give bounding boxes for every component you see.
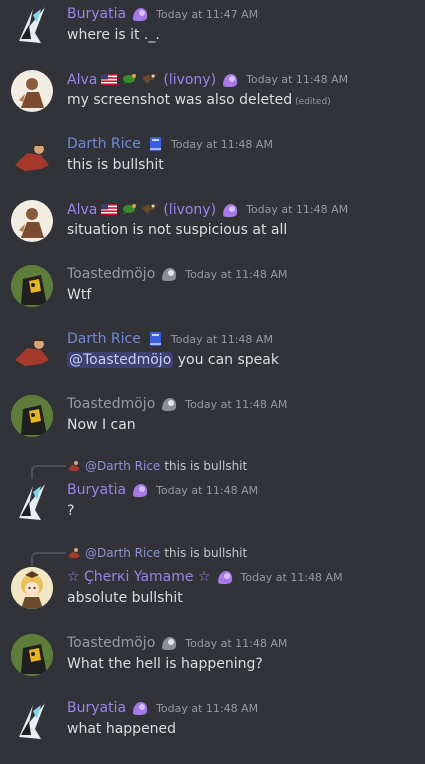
author-name[interactable]: Darth Rice bbox=[67, 331, 141, 347]
author-name[interactable]: ☆ Çherкi Yamame ☆ bbox=[67, 569, 211, 585]
reply-avatar bbox=[67, 459, 81, 473]
author-name[interactable]: Alva bbox=[67, 72, 97, 88]
reply-preview[interactable]: @Darth Rice this is bullshit bbox=[67, 459, 247, 473]
turtle-icon bbox=[121, 200, 137, 219]
timestamp: Today at 11:48 AM bbox=[185, 267, 288, 281]
message-content: Now I can bbox=[67, 417, 136, 433]
role-icon bbox=[215, 568, 235, 586]
message-content: this is bullshit bbox=[67, 157, 164, 173]
avatar[interactable] bbox=[11, 567, 53, 609]
chat-messages: Buryatia Today at 11:47 AM where is it .… bbox=[0, 0, 425, 764]
message-content: where is it ._. bbox=[67, 27, 160, 43]
author-name[interactable]: Toastedmöjo bbox=[67, 266, 155, 282]
reply-author[interactable]: @Darth Rice bbox=[85, 546, 160, 560]
eagle-icon bbox=[141, 200, 159, 219]
timestamp: Today at 11:48 AM bbox=[185, 397, 288, 411]
avatar[interactable] bbox=[11, 70, 53, 112]
reply-text: this is bullshit bbox=[164, 459, 248, 473]
timestamp: Today at 11:47 AM bbox=[156, 7, 259, 21]
avatar[interactable] bbox=[11, 200, 53, 242]
role-icon bbox=[220, 201, 240, 219]
role-icon bbox=[130, 699, 150, 717]
timestamp: Today at 11:48 AM bbox=[246, 203, 349, 216]
author-name[interactable]: Buryatia bbox=[67, 6, 126, 22]
reply-avatar bbox=[67, 546, 81, 560]
avatar[interactable] bbox=[11, 135, 53, 177]
role-icon bbox=[159, 265, 179, 283]
message-text: you can speak bbox=[173, 352, 279, 368]
turtle-icon bbox=[121, 70, 137, 89]
author-name[interactable]: Alva bbox=[67, 202, 97, 218]
message-content: @Toastedmöjo you can speak bbox=[67, 352, 279, 368]
reply-author[interactable]: @Darth Rice bbox=[85, 459, 160, 473]
message-content: my screenshot was also deleted (edited) bbox=[67, 92, 331, 108]
avatar[interactable] bbox=[11, 699, 53, 741]
role-icon bbox=[130, 5, 150, 23]
role-icon bbox=[130, 481, 150, 499]
reply-spine bbox=[31, 465, 66, 479]
timestamp: Today at 11:48 AM bbox=[185, 636, 288, 650]
eagle-icon bbox=[141, 70, 159, 89]
author-name[interactable]: Buryatia bbox=[67, 700, 126, 716]
message-content: What the hell is happening? bbox=[67, 656, 263, 672]
timestamp: Today at 11:48 AM bbox=[240, 570, 343, 584]
avatar[interactable] bbox=[11, 265, 53, 307]
message-content: Wtf bbox=[67, 287, 92, 303]
role-icon bbox=[220, 71, 240, 89]
reply-preview[interactable]: @Darth Rice this is bullshit bbox=[67, 546, 247, 560]
avatar[interactable] bbox=[11, 395, 53, 437]
message-text: my screenshot was also deleted bbox=[67, 92, 293, 108]
us-flag-icon bbox=[101, 70, 118, 89]
avatar[interactable] bbox=[11, 330, 53, 372]
timestamp: Today at 11:48 AM bbox=[156, 483, 259, 497]
timestamp: Today at 11:48 AM bbox=[170, 137, 273, 151]
message-content: what happened bbox=[67, 721, 177, 737]
message-content: ? bbox=[67, 503, 75, 519]
message-content: situation is not suspicious at all bbox=[67, 222, 288, 238]
timestamp: Today at 11:48 AM bbox=[156, 701, 259, 715]
book-icon bbox=[145, 330, 165, 348]
us-flag-icon bbox=[101, 200, 118, 219]
author-name[interactable]: Toastedmöjo bbox=[67, 396, 155, 412]
author-suffix[interactable]: (livony) bbox=[163, 72, 216, 88]
author-name[interactable]: Buryatia bbox=[67, 482, 126, 498]
timestamp: Today at 11:48 AM bbox=[170, 332, 273, 346]
message-content: absolute bullshit bbox=[67, 590, 183, 606]
avatar[interactable] bbox=[11, 480, 53, 522]
user-mention[interactable]: @Toastedmöjo bbox=[67, 352, 174, 368]
author-suffix[interactable]: (livony) bbox=[163, 202, 216, 218]
role-icon bbox=[159, 395, 179, 413]
avatar[interactable] bbox=[11, 3, 53, 45]
avatar[interactable] bbox=[11, 634, 53, 676]
author-name[interactable]: Toastedmöjo bbox=[67, 635, 155, 651]
author-name[interactable]: Darth Rice bbox=[67, 136, 141, 152]
reply-spine bbox=[31, 552, 66, 566]
edited-label: (edited) bbox=[295, 97, 331, 107]
reply-text: this is bullshit bbox=[164, 546, 248, 560]
role-icon bbox=[159, 634, 179, 652]
book-icon bbox=[145, 135, 165, 153]
timestamp: Today at 11:48 AM bbox=[246, 73, 349, 86]
